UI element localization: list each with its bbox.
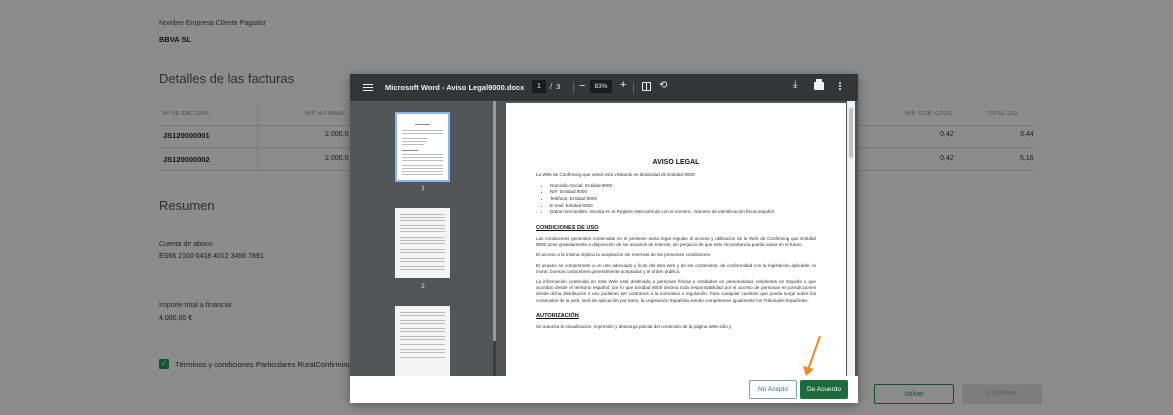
annotation-arrow-icon bbox=[803, 335, 821, 376]
zoom-out-icon[interactable]: − bbox=[579, 80, 585, 92]
doc-section-heading: CONDICIONES DE USO bbox=[536, 224, 599, 231]
doc-paragraph: Se autoriza la visualización, impresión … bbox=[536, 324, 732, 330]
fit-page-icon[interactable] bbox=[642, 82, 651, 91]
doc-paragraph: Las condiciones generales contenidas en … bbox=[536, 236, 816, 248]
doc-paragraph: El usuario se compromete a un uso adecua… bbox=[536, 262, 816, 274]
legal-notice-modal: Microsoft Word - Aviso Legal9000.docx 1 … bbox=[350, 74, 858, 403]
doc-title: AVISO LEGAL bbox=[652, 159, 700, 166]
print-icon[interactable] bbox=[814, 79, 824, 90]
document-page: AVISO LEGAL La Web de Confirming que ust… bbox=[506, 103, 846, 376]
page-separator: / bbox=[550, 82, 553, 91]
zoom-in-icon[interactable]: + bbox=[620, 79, 626, 91]
rotate-icon[interactable]: ⟲ bbox=[659, 80, 667, 91]
list-item: Domicilio Social: Entidad 9000 bbox=[550, 183, 816, 189]
list-item: Datos mercantiles: Inscrita en el Regist… bbox=[550, 209, 816, 215]
page-number-input[interactable]: 1 bbox=[532, 80, 546, 93]
modal-footer: No Acepto De Acuerdo bbox=[350, 376, 858, 403]
toolbar-divider bbox=[633, 82, 634, 93]
page-indicator: 1 / 3 bbox=[532, 80, 560, 93]
page-thumbnail-1[interactable] bbox=[395, 112, 450, 182]
doc-details-list: Domicilio Social: Entidad 9000 NIF: Enti… bbox=[550, 183, 816, 216]
doc-paragraph: El acceso a la misma implica la aceptaci… bbox=[536, 252, 712, 258]
document-title: Microsoft Word - Aviso Legal9000.docx bbox=[385, 83, 525, 92]
doc-intro: La Web de Confirming que usted está visi… bbox=[536, 172, 695, 178]
total-pages: 3 bbox=[556, 82, 561, 91]
more-options-icon[interactable] bbox=[839, 81, 842, 92]
page-thumbnail-3[interactable] bbox=[395, 306, 450, 376]
reject-button[interactable]: No Acepto bbox=[749, 380, 797, 399]
page-thumbnail-2[interactable] bbox=[395, 208, 450, 278]
list-item: Teléfono: Entidad 9000 bbox=[550, 196, 816, 202]
pdf-viewer-toolbar: Microsoft Word - Aviso Legal9000.docx 1 … bbox=[350, 74, 858, 101]
thumbnail-label-2: 2 bbox=[421, 284, 425, 290]
thumbnail-sidebar: 1 2 bbox=[350, 101, 496, 376]
menu-icon[interactable] bbox=[363, 82, 373, 92]
list-item: E-mail: Entidad 9000 bbox=[550, 203, 816, 209]
accept-button[interactable]: De Acuerdo bbox=[800, 380, 848, 399]
toolbar-divider bbox=[573, 82, 574, 93]
zoom-level-input[interactable]: 83% bbox=[590, 80, 612, 93]
doc-paragraph: La información contenida en esta Web est… bbox=[536, 279, 816, 303]
document-scrollbar[interactable] bbox=[847, 101, 855, 376]
list-item: NIF: Entidad 9000 bbox=[550, 189, 816, 195]
download-icon[interactable]: ⤓ bbox=[793, 79, 797, 90]
thumbnail-label-1: 1 bbox=[421, 186, 425, 192]
doc-section-heading: AUTORIZACIÓN bbox=[536, 312, 579, 319]
